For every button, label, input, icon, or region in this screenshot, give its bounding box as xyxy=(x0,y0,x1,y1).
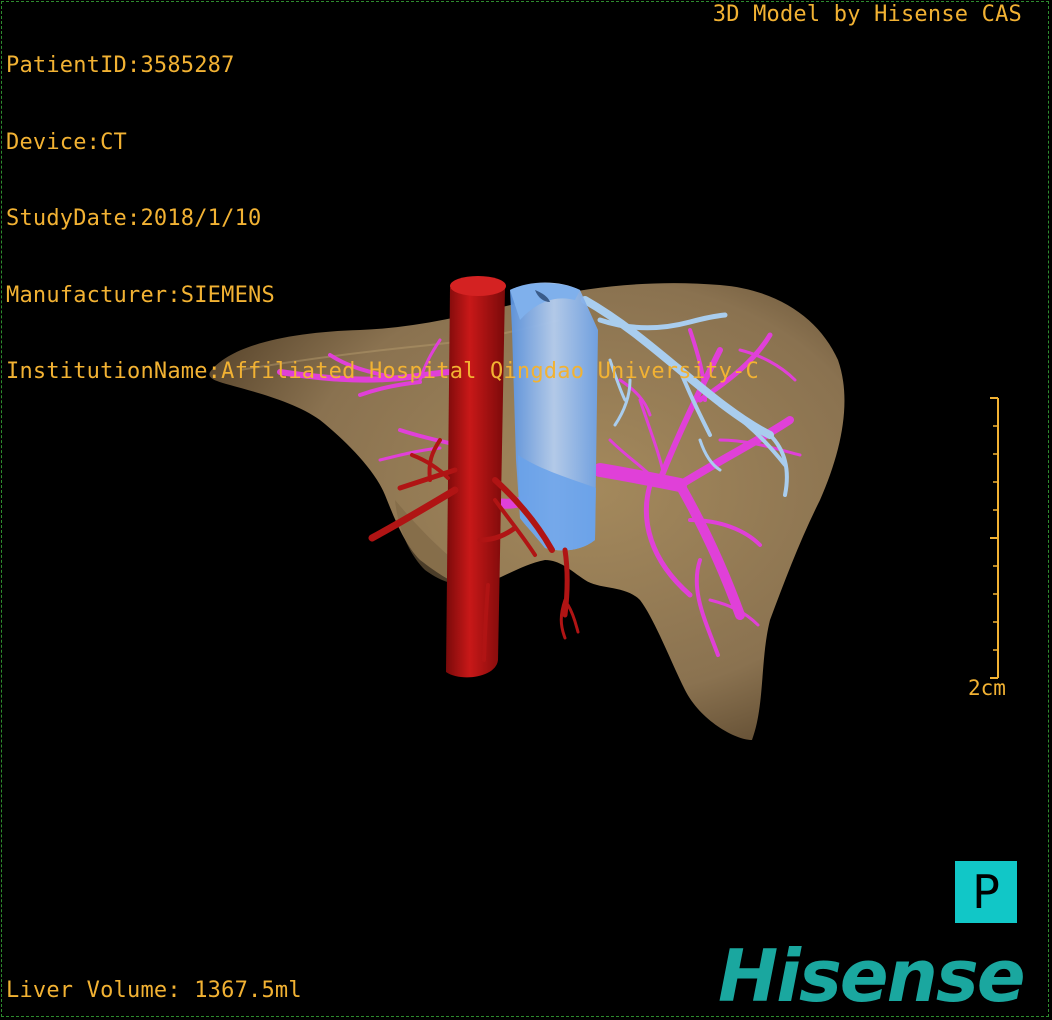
institution-name: InstitutionName:Affiliated Hospital Qing… xyxy=(6,359,759,384)
manufacturer: Manufacturer:SIEMENS xyxy=(6,282,275,308)
patient-id: PatientID:3585287 xyxy=(6,53,235,78)
device: Device:CT xyxy=(6,129,128,155)
view-orientation-button[interactable]: P xyxy=(955,861,1017,923)
model-credit: 3D Model by Hisense CAS xyxy=(712,2,1022,27)
liver-volume: Liver Volume: 1367.5ml xyxy=(6,978,302,1003)
scale-ruler xyxy=(990,397,999,679)
hisense-logo: Hisense xyxy=(718,934,1026,1018)
patient-info: PatientID:3585287 Device:CT StudyDate:20… xyxy=(6,2,759,436)
scale-label: 2cm xyxy=(968,676,1006,700)
study-date: StudyDate:2018/1/10 xyxy=(6,206,262,231)
3d-viewport[interactable]: PatientID:3585287 Device:CT StudyDate:20… xyxy=(0,0,1052,1020)
